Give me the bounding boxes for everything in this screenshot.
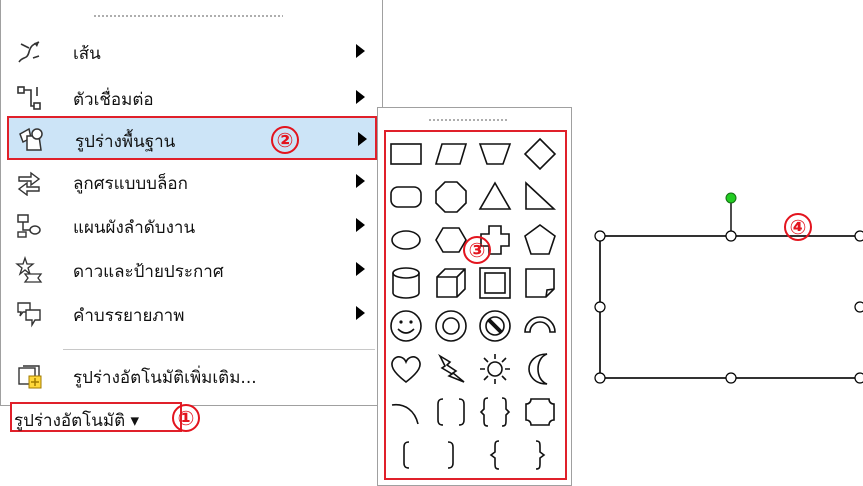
- diamond-shape-icon[interactable]: [519, 133, 561, 175]
- annotation-marker-1: ①: [172, 404, 200, 432]
- rotation-handle[interactable]: [725, 192, 737, 204]
- submenu-arrow-icon: [356, 262, 365, 276]
- menu-item-label: ดาวและป้ายประกาศ: [73, 262, 224, 282]
- basic-shapes-palette: [377, 107, 572, 486]
- oval-shape-icon[interactable]: [385, 219, 427, 261]
- submenu-arrow-icon: [356, 306, 365, 320]
- connectors-icon: [15, 84, 43, 112]
- triangle-shape-icon[interactable]: [474, 176, 516, 218]
- drawing-canvas: [592, 190, 863, 390]
- parallelogram-shape-icon[interactable]: [430, 133, 472, 175]
- menu-item-connectors[interactable]: ตัวเชื่อมต่อ: [7, 76, 377, 120]
- resize-handle[interactable]: [594, 230, 606, 242]
- lines-icon: [15, 38, 43, 66]
- menu-item-more-autoshapes[interactable]: รูปร่างอัตโนมัติเพิ่มเติม...: [7, 354, 377, 398]
- octagon-shape-icon[interactable]: [430, 176, 472, 218]
- palette-drag-grip[interactable]: [428, 118, 508, 122]
- rectangle-shape-icon[interactable]: [385, 133, 427, 175]
- sun-shape-icon[interactable]: [474, 348, 516, 390]
- autoshapes-button[interactable]: รูปร่างอัตโนมัติ ▾: [10, 402, 182, 432]
- double-brace-shape-icon[interactable]: [474, 391, 516, 433]
- resize-handle[interactable]: [725, 372, 737, 384]
- stars-banners-icon: [15, 256, 43, 284]
- annotation-marker-3: ③: [463, 236, 491, 264]
- block-arc-shape-icon[interactable]: [519, 305, 561, 347]
- menu-item-lines[interactable]: เส้น: [7, 30, 377, 74]
- submenu-arrow-icon: [356, 44, 365, 58]
- resize-handle[interactable]: [854, 301, 863, 313]
- moon-shape-icon[interactable]: [519, 348, 561, 390]
- menu-item-label: แผนผังลำดับงาน: [73, 218, 196, 238]
- menu-drag-grip[interactable]: [93, 14, 283, 18]
- submenu-arrow-icon: [356, 174, 365, 188]
- pentagon-shape-icon[interactable]: [519, 219, 561, 261]
- menu-item-stars-banners[interactable]: ดาวและป้ายประกาศ: [7, 248, 377, 292]
- resize-handle[interactable]: [725, 230, 737, 242]
- submenu-arrow-icon: [358, 132, 367, 146]
- submenu-arrow-icon: [356, 90, 365, 104]
- more-autoshapes-icon: [15, 362, 43, 390]
- menu-item-label: เส้น: [73, 44, 101, 64]
- lightning-bolt-shape-icon[interactable]: [430, 348, 472, 390]
- block-arrows-icon: [15, 168, 43, 196]
- menu-item-label: รูปร่างพื้นฐาน: [75, 132, 176, 152]
- resize-handle[interactable]: [854, 230, 863, 242]
- flowchart-icon: [15, 212, 43, 240]
- left-bracket-shape-icon[interactable]: [385, 434, 427, 476]
- folded-corner-shape-icon[interactable]: [519, 262, 561, 304]
- donut-shape-icon[interactable]: [430, 305, 472, 347]
- rounded-rectangle-shape-icon[interactable]: [385, 176, 427, 218]
- menu-item-label: คำบรรยายภาพ: [73, 306, 185, 326]
- callouts-icon: [15, 300, 43, 328]
- menu-item-block-arrows[interactable]: ลูกศรแบบบล็อก: [7, 160, 377, 204]
- right-bracket-shape-icon[interactable]: [430, 434, 472, 476]
- menu-item-label: ลูกศรแบบบล็อก: [73, 174, 188, 194]
- resize-handle[interactable]: [854, 372, 863, 384]
- autoshapes-button-label: รูปร่างอัตโนมัติ ▾: [14, 411, 140, 431]
- arc-shape-icon[interactable]: [385, 391, 427, 433]
- resize-handle[interactable]: [594, 301, 606, 313]
- autoshapes-menu: เส้น ตัวเชื่อมต่อ รูปร่างพื้นฐาน ลูกศรแบ…: [0, 0, 383, 406]
- menu-item-flowchart[interactable]: แผนผังลำดับงาน: [7, 204, 377, 248]
- smiley-face-shape-icon[interactable]: [385, 305, 427, 347]
- bevel-shape-icon[interactable]: [474, 262, 516, 304]
- annotation-marker-2: ②: [271, 126, 299, 154]
- menu-item-label: ตัวเชื่อมต่อ: [73, 90, 154, 110]
- menu-item-basic-shapes[interactable]: รูปร่างพื้นฐาน: [7, 116, 377, 160]
- double-bracket-shape-icon[interactable]: [430, 391, 472, 433]
- annotation-marker-4: ④: [784, 213, 812, 241]
- submenu-arrow-icon: [356, 218, 365, 232]
- right-brace-shape-icon[interactable]: [519, 434, 561, 476]
- basic-shapes-icon: [17, 126, 45, 154]
- right-triangle-shape-icon[interactable]: [519, 176, 561, 218]
- drawn-rectangle[interactable]: [592, 190, 863, 390]
- plaque-shape-icon[interactable]: [519, 391, 561, 433]
- menu-item-callouts[interactable]: คำบรรยายภาพ: [7, 292, 377, 336]
- left-brace-shape-icon[interactable]: [474, 434, 516, 476]
- can-shape-icon[interactable]: [385, 262, 427, 304]
- trapezoid-shape-icon[interactable]: [474, 133, 516, 175]
- no-symbol-shape-icon[interactable]: [474, 305, 516, 347]
- heart-shape-icon[interactable]: [385, 348, 427, 390]
- menu-separator: [63, 349, 375, 350]
- menu-item-label: รูปร่างอัตโนมัติเพิ่มเติม...: [73, 368, 257, 388]
- cube-shape-icon[interactable]: [430, 262, 472, 304]
- resize-handle[interactable]: [594, 372, 606, 384]
